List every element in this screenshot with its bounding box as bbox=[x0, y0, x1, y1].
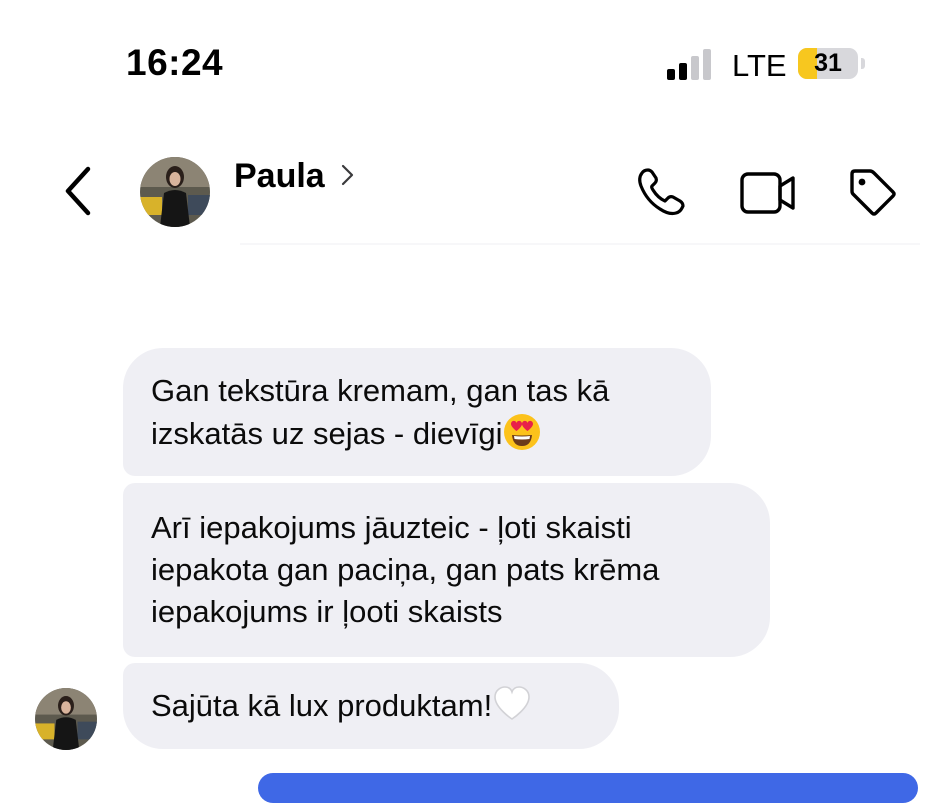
back-chevron-icon bbox=[65, 166, 91, 216]
cellular-signal-icon bbox=[667, 48, 715, 80]
battery-tip bbox=[861, 58, 865, 69]
message-bubble[interactable]: Gan tekstūra kremam, gan tas kā izskatās… bbox=[123, 348, 711, 476]
message-text: izskatās uz sejas - dievīgi bbox=[151, 416, 503, 451]
heart-eyes-emoji-icon bbox=[504, 414, 541, 450]
chevron-right-icon[interactable] bbox=[340, 161, 356, 189]
video-call-button[interactable] bbox=[738, 166, 795, 218]
header-divider bbox=[240, 243, 920, 245]
message-text: Gan tekstūra kremam, gan tas kā bbox=[151, 373, 610, 408]
video-camera-icon bbox=[740, 172, 795, 214]
contact-name[interactable]: Paula bbox=[234, 157, 325, 196]
battery-icon: 31 bbox=[798, 48, 858, 79]
tag-button[interactable] bbox=[846, 166, 898, 218]
call-button[interactable] bbox=[636, 166, 688, 218]
sender-avatar[interactable] bbox=[35, 688, 97, 750]
message-text: iepakojums ir ļooti skaists bbox=[151, 594, 503, 629]
phone-icon bbox=[638, 168, 685, 216]
status-time: 16:24 bbox=[126, 42, 224, 83]
message-text: Sajūta kā lux produktam! bbox=[151, 688, 493, 723]
network-type: LTE bbox=[732, 48, 787, 83]
contact-avatar[interactable] bbox=[140, 157, 210, 227]
back-button[interactable] bbox=[56, 163, 100, 219]
message-text: iepakota gan paciņa, gan pats krēma bbox=[151, 552, 660, 587]
white-heart-emoji-icon bbox=[494, 686, 530, 720]
message-text: Arī iepakojums jāuzteic - ļoti skaisti bbox=[151, 510, 632, 545]
message-bubble[interactable]: Sajūta kā lux produktam! bbox=[123, 663, 619, 749]
tag-icon bbox=[850, 169, 896, 216]
battery-level: 31 bbox=[814, 49, 842, 77]
message-bubble[interactable]: Arī iepakojums jāuzteic - ļoti skaisti i… bbox=[123, 483, 770, 657]
outgoing-message-bubble[interactable] bbox=[258, 773, 918, 803]
